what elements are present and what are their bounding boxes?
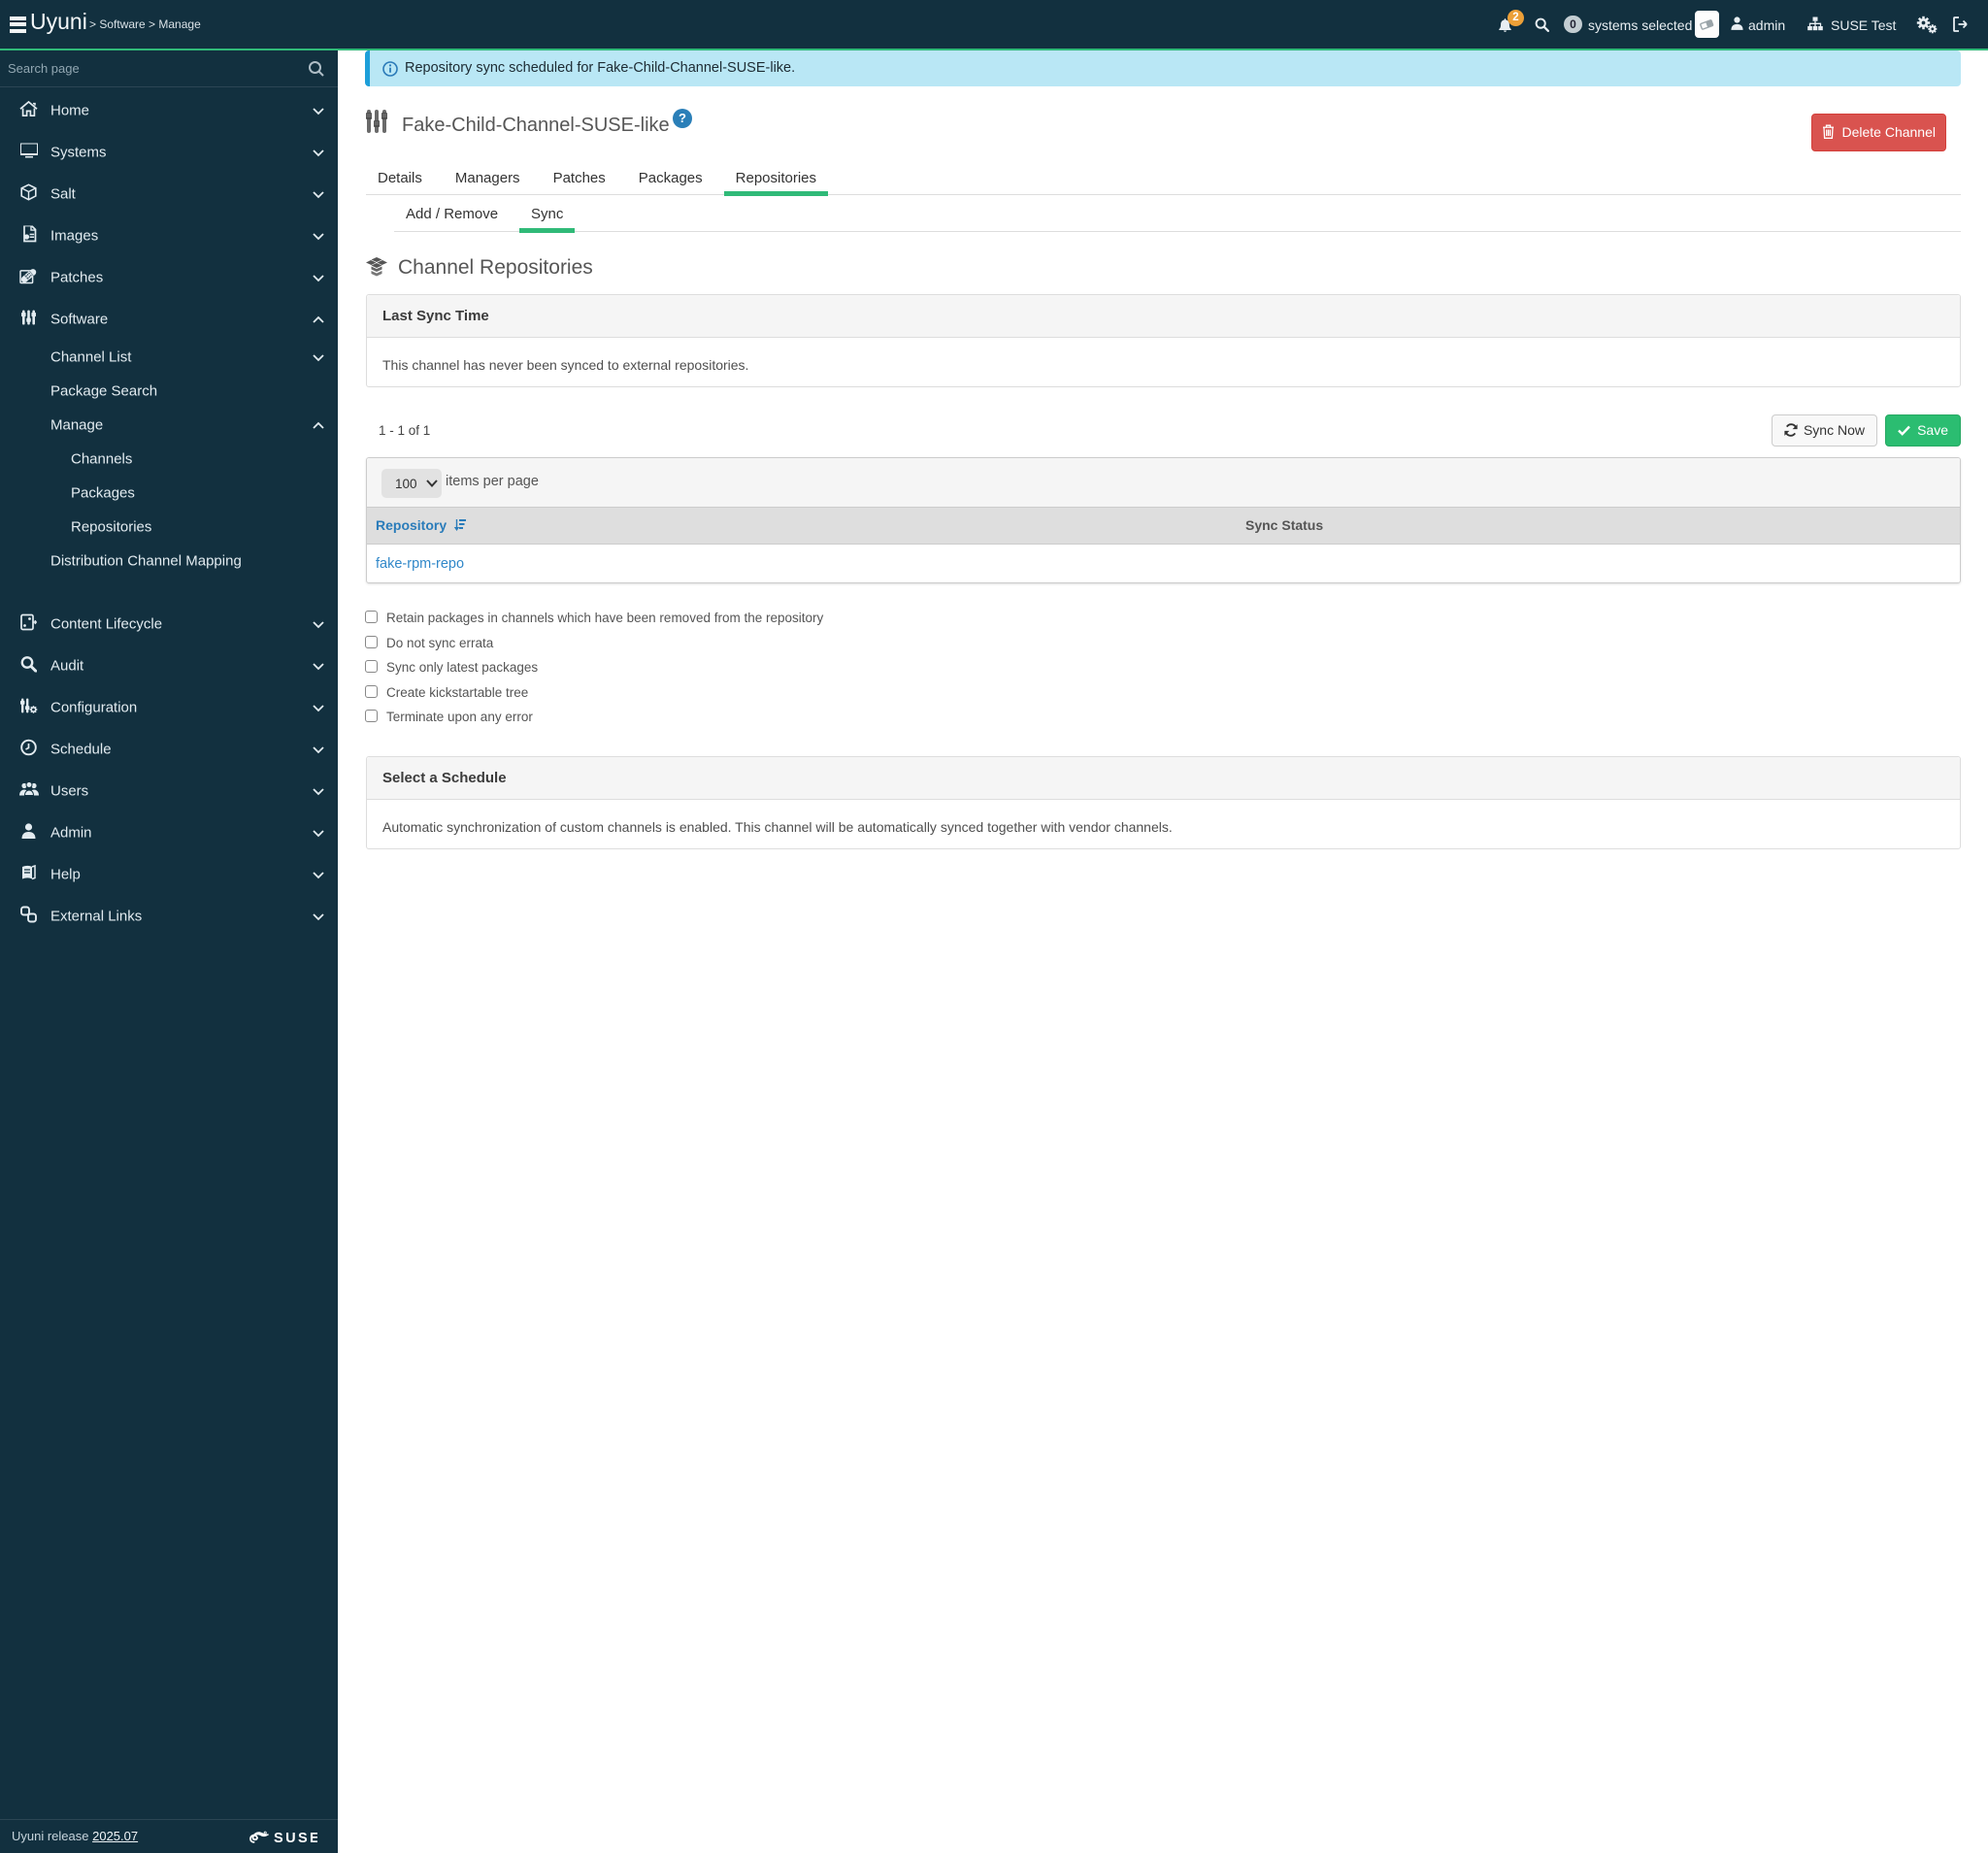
svg-text:SUSE: SUSE <box>274 1831 317 1846</box>
